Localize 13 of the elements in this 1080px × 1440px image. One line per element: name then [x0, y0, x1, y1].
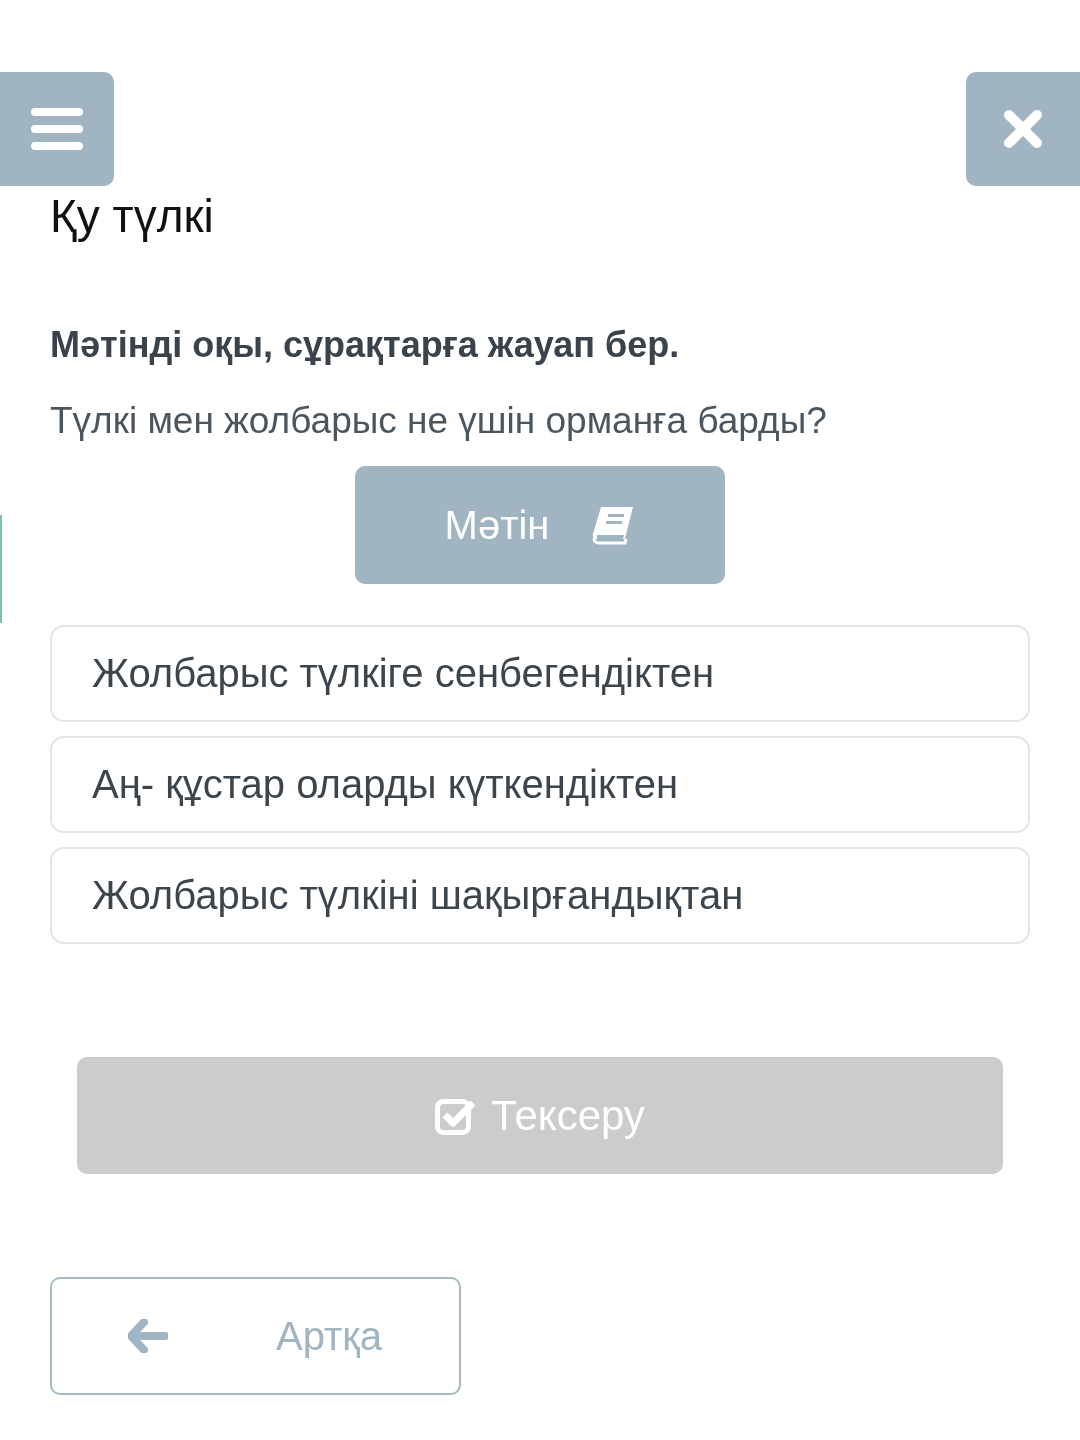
menu-button[interactable] — [0, 72, 114, 186]
answer-option[interactable]: Жолбарыс түлкіні шақырғандықтан — [50, 847, 1030, 944]
answer-option[interactable]: Аң- құстар оларды күткендіктен — [50, 736, 1030, 833]
close-icon — [1003, 109, 1043, 149]
checkbox-icon — [435, 1096, 478, 1135]
question-text: Түлкі мен жолбарыс не үшін орманға барды? — [50, 400, 828, 442]
arrow-left-icon — [128, 1319, 168, 1353]
instruction-text: Мәтінді оқы, сұрақтарға жауап бер. — [50, 324, 681, 366]
lesson-title: Қу түлкі — [50, 189, 215, 244]
book-icon — [591, 505, 636, 545]
menu-icon — [31, 108, 83, 150]
answer-option[interactable]: Жолбарыс түлкіге сенбегендіктен — [50, 625, 1030, 722]
close-button[interactable] — [966, 72, 1080, 186]
